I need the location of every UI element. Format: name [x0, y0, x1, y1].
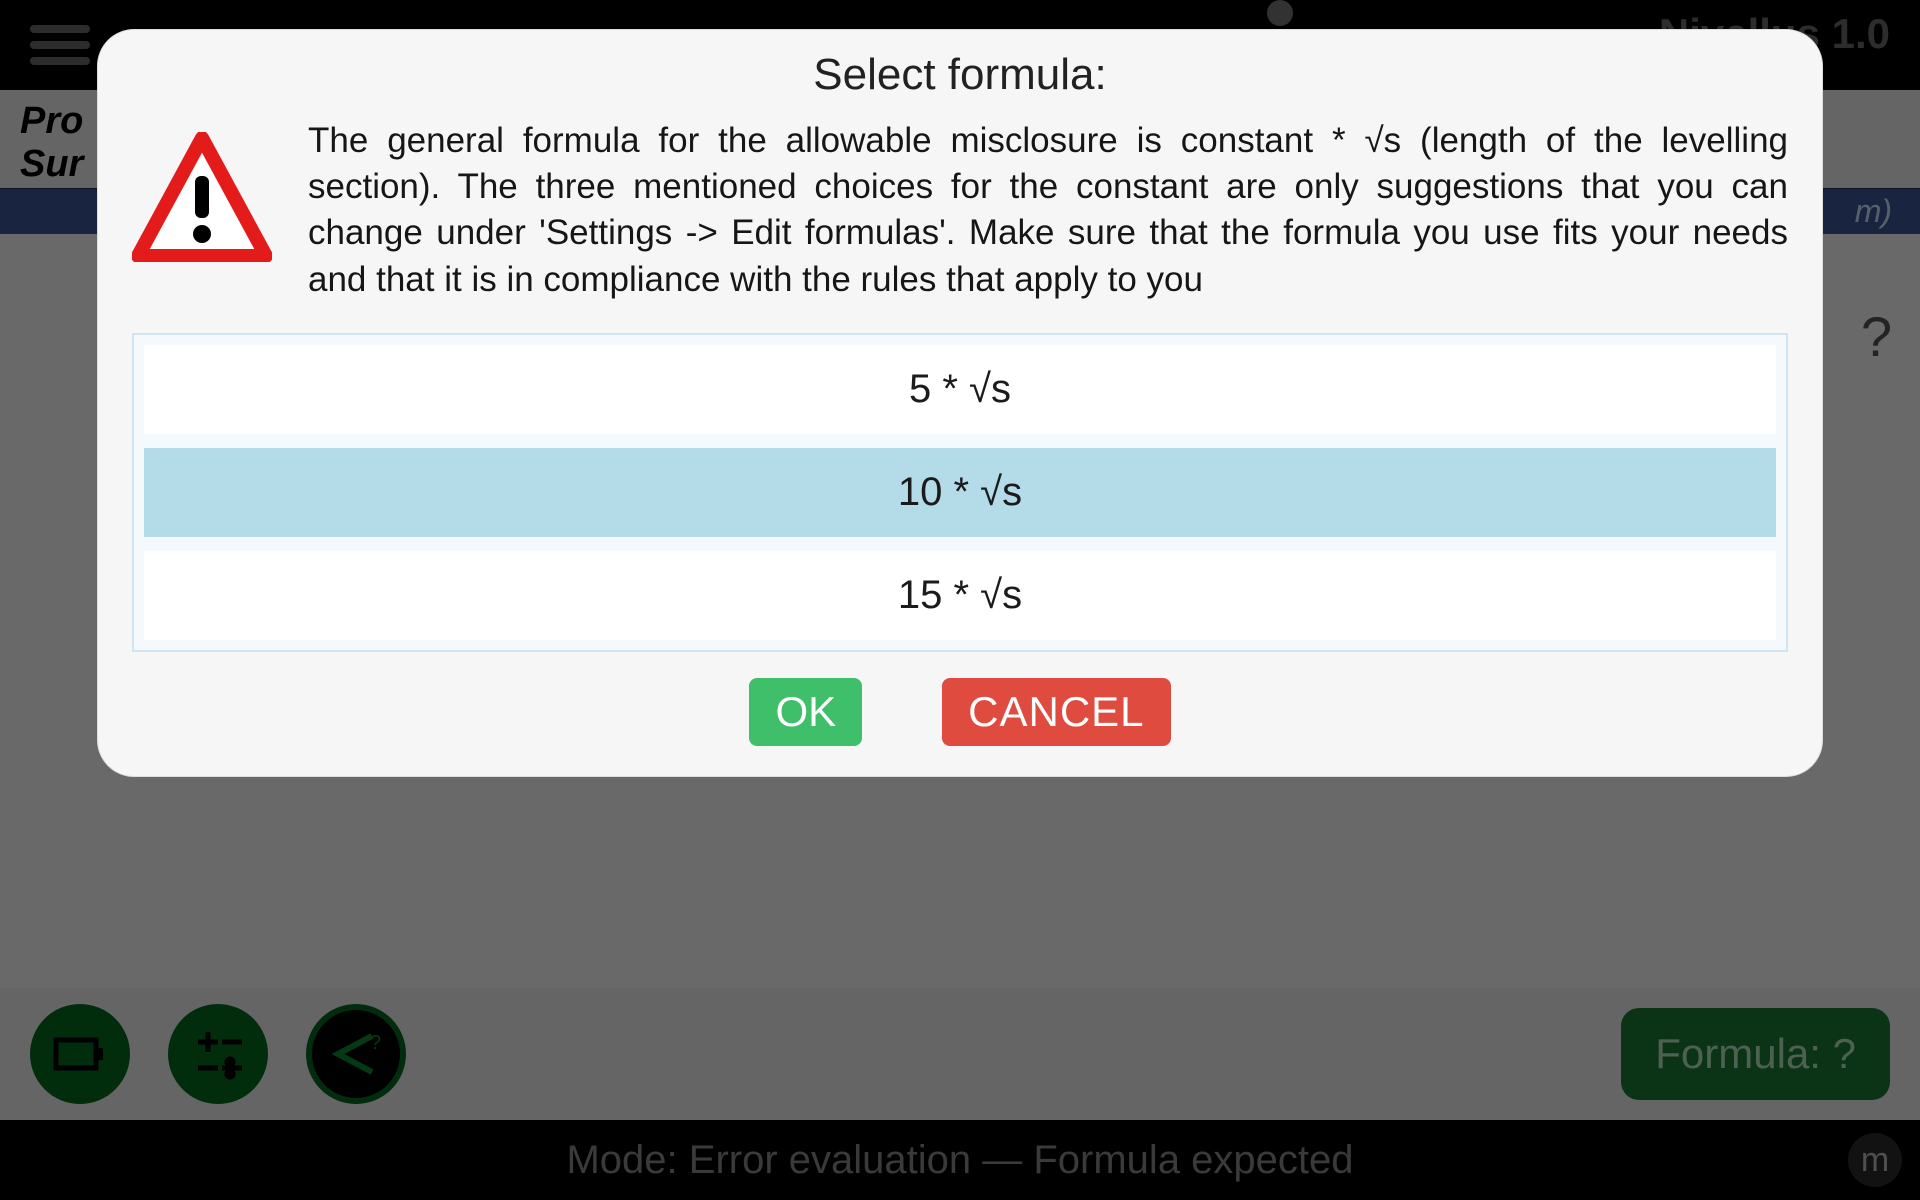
select-formula-dialog: Select formula: The general formula for …: [98, 30, 1822, 776]
formula-option-0[interactable]: 5 * √s: [144, 345, 1776, 434]
warning-icon: [132, 118, 282, 267]
formula-options: 5 * √s 10 * √s 15 * √s: [132, 333, 1788, 652]
formula-option-2[interactable]: 15 * √s: [144, 551, 1776, 640]
formula-option-1[interactable]: 10 * √s: [144, 448, 1776, 537]
dialog-actions: OK CANCEL: [132, 678, 1788, 746]
cancel-button[interactable]: CANCEL: [942, 678, 1170, 746]
dialog-text: The general formula for the allowable mi…: [308, 118, 1788, 303]
ok-button[interactable]: OK: [749, 678, 862, 746]
dialog-title: Select formula:: [132, 50, 1788, 100]
